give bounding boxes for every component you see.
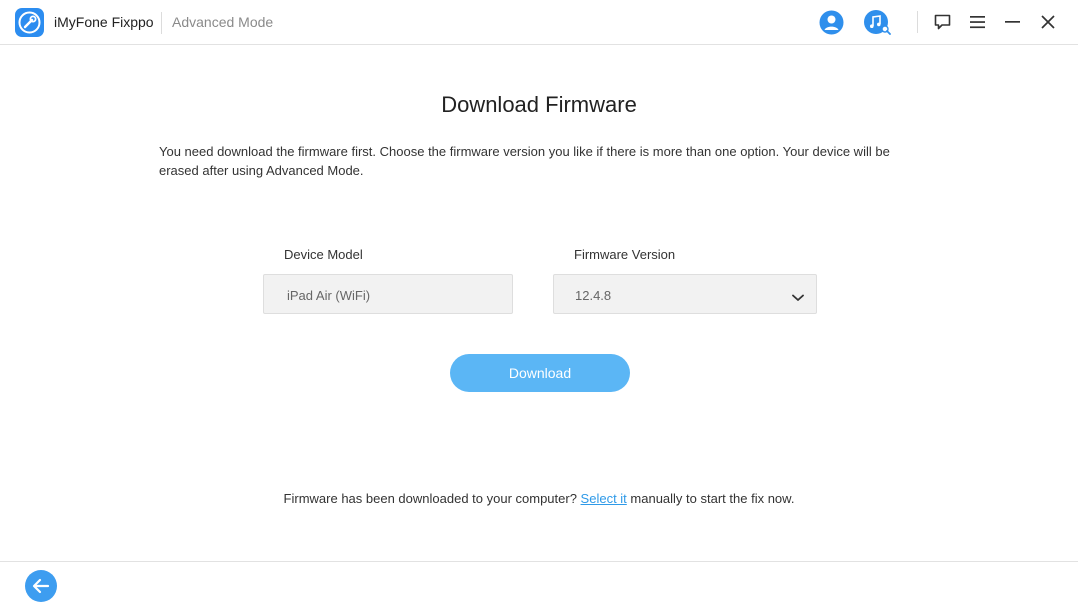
- page-title: Download Firmware: [441, 92, 637, 117]
- arrow-left-icon: [32, 578, 50, 594]
- feedback-icon[interactable]: [934, 14, 951, 31]
- select-it-link[interactable]: Select it: [581, 491, 627, 506]
- hint-prefix: Firmware has been downloaded to your com…: [283, 491, 581, 506]
- minimize-icon[interactable]: [1005, 21, 1020, 24]
- title-divider: [161, 12, 162, 34]
- back-button[interactable]: [25, 570, 57, 602]
- device-model-value: iPad Air (WiFi): [287, 288, 371, 303]
- device-model-field: iPad Air (WiFi): [263, 274, 513, 314]
- app-name: iMyFone Fixppo: [54, 14, 154, 30]
- wrench-logo-icon: [15, 8, 44, 37]
- music-search-icon[interactable]: [863, 9, 893, 37]
- manual-select-hint: Firmware has been downloaded to your com…: [0, 491, 1078, 506]
- firmware-version-value: 12.4.8: [575, 288, 612, 303]
- toolbar-separator: [917, 11, 918, 33]
- menu-icon[interactable]: [970, 15, 985, 29]
- firmware-version-select[interactable]: 12.4.8: [553, 274, 817, 314]
- download-button[interactable]: Download: [450, 354, 630, 392]
- bottom-bar: [0, 561, 1078, 608]
- mode-label: Advanced Mode: [172, 14, 274, 30]
- hint-suffix: manually to start the fix now.: [626, 491, 795, 506]
- device-model-label: Device Model: [284, 247, 363, 262]
- title-bar: iMyFone Fixppo Advanced Mode: [0, 0, 1078, 45]
- close-icon[interactable]: [1041, 15, 1055, 29]
- chevron-down-icon: [792, 289, 804, 307]
- firmware-version-label: Firmware Version: [574, 247, 676, 262]
- user-icon[interactable]: [818, 9, 845, 36]
- description-text: You need download the firmware first. Ch…: [159, 144, 890, 178]
